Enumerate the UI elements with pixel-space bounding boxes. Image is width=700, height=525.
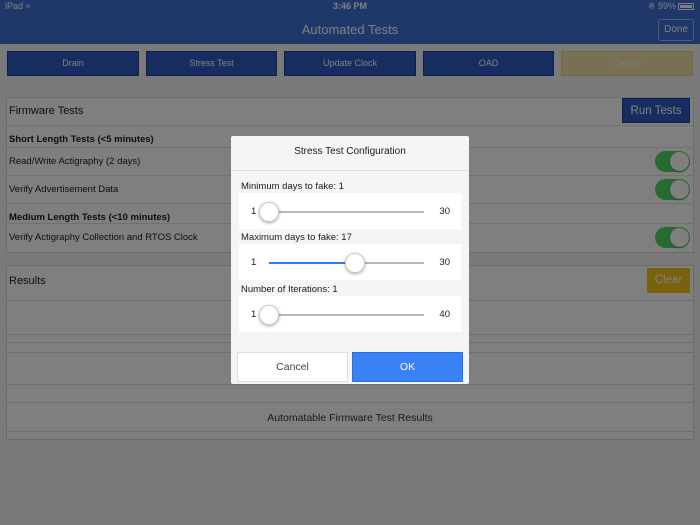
ok-button[interactable]: OK [352,352,463,382]
divider [231,170,469,171]
slider-thumb[interactable] [259,305,279,325]
min-days-label: Minimum days to fake: 1 [241,181,344,192]
dialog-title: Stress Test Configuration [294,146,406,157]
max-days-label: Maximum days to fake: 17 [241,232,352,243]
min-days-slider: 1 30 [239,193,461,229]
slider-thumb[interactable] [259,202,279,222]
slider-thumb[interactable] [344,253,365,273]
slider-track[interactable] [259,202,424,222]
max-days-slider: 1 30 [239,244,461,280]
iterations-label: Number of Iterations: 1 [241,284,338,295]
slider-track[interactable] [259,305,424,325]
slider-min-value: 1 [251,206,257,217]
slider-min-value: 1 [251,309,257,320]
stress-test-dialog: Stress Test Configuration Minimum days t… [231,136,469,384]
slider-min-value: 1 [251,257,257,268]
iterations-slider: 1 40 [239,296,461,332]
slider-max-value: 30 [439,206,450,217]
cancel-button[interactable]: Cancel [237,352,348,382]
slider-max-value: 30 [439,257,450,268]
slider-max-value: 40 [439,309,450,320]
slider-fill [269,262,355,264]
slider-track[interactable] [269,253,424,273]
